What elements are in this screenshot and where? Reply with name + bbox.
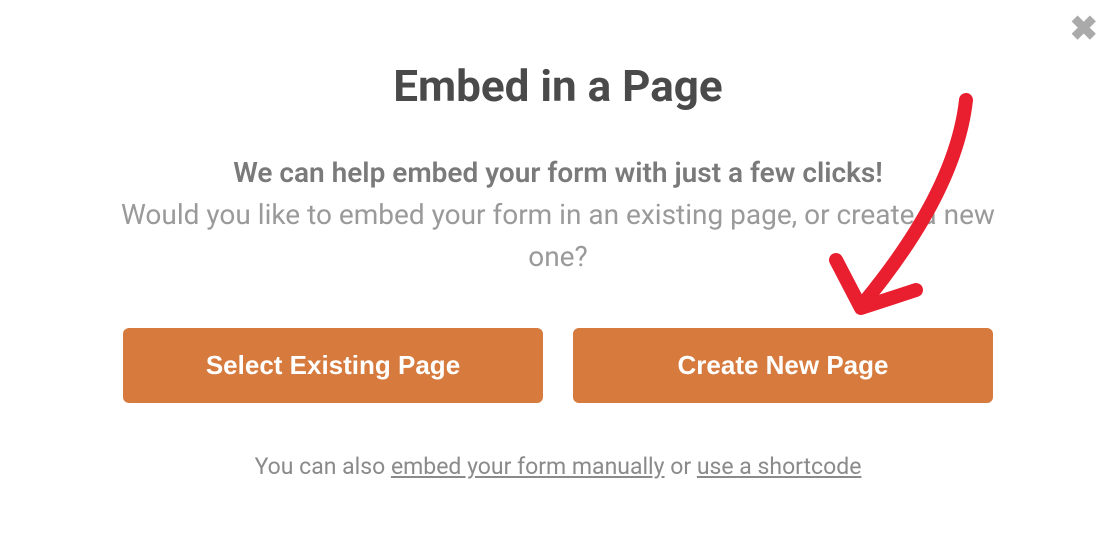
embed-manually-link[interactable]: embed your form manually	[391, 453, 665, 480]
embed-modal: ✖ Embed in a Page We can help embed your…	[0, 0, 1116, 557]
select-existing-page-button[interactable]: Select Existing Page	[123, 328, 543, 403]
modal-subtitle: We can help embed your form with just a …	[100, 152, 1016, 278]
subtitle-bold-text: We can help embed your form with just a …	[100, 152, 1016, 194]
use-shortcode-link[interactable]: use a shortcode	[697, 453, 862, 480]
footer-middle: or	[665, 453, 697, 480]
close-icon[interactable]: ✖	[1070, 12, 1099, 46]
footer-prefix: You can also	[255, 453, 391, 480]
subtitle-light-text: Would you like to embed your form in an …	[100, 194, 1016, 278]
footer-text: You can also embed your form manually or…	[100, 453, 1016, 480]
modal-title: Embed in a Page	[100, 60, 1016, 112]
create-new-page-button[interactable]: Create New Page	[573, 328, 993, 403]
button-row: Select Existing Page Create New Page	[100, 328, 1016, 403]
